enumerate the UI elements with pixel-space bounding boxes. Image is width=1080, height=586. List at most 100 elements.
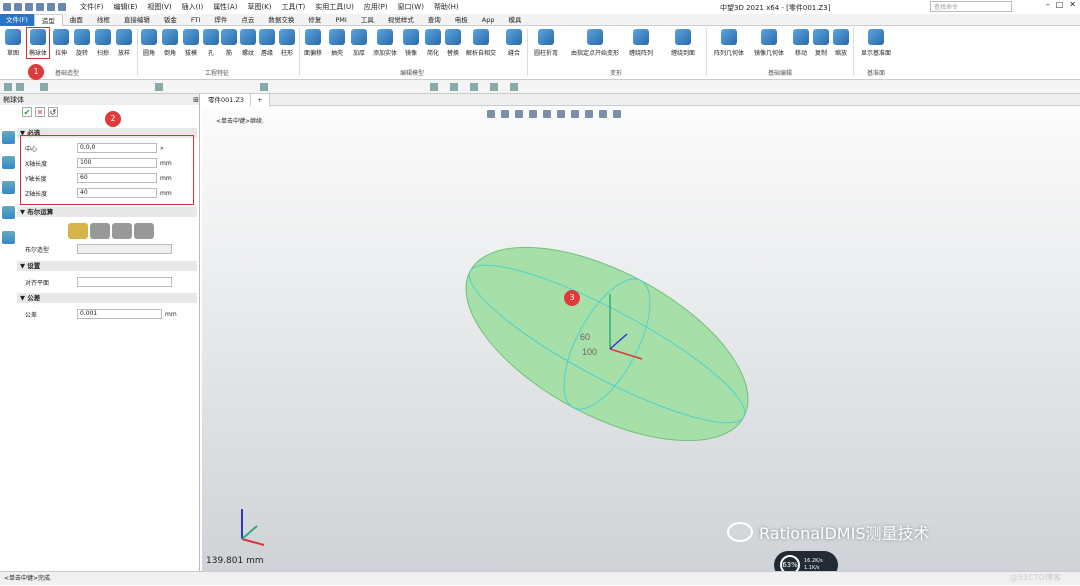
simplify-button[interactable]: 简化: [422, 29, 444, 57]
thicken-button[interactable]: 加厚: [348, 29, 370, 57]
copy-button[interactable]: 复制: [810, 29, 832, 57]
draft-button[interactable]: 拔模: [180, 29, 202, 57]
reset-button[interactable]: ↺: [48, 107, 58, 117]
fillet-button[interactable]: 圆角: [138, 29, 160, 57]
tab-mold[interactable]: 模具: [501, 14, 528, 26]
tab-tools[interactable]: 工具: [354, 14, 381, 26]
tolerance-input[interactable]: 0.001: [77, 309, 162, 319]
menu-item[interactable]: 帮助(H): [434, 2, 459, 12]
boolean-add-icon[interactable]: [90, 223, 110, 239]
face-offset-button[interactable]: 面偏移: [302, 29, 324, 57]
arc-icon[interactable]: [470, 83, 478, 91]
tab-file[interactable]: 文件(F): [0, 13, 34, 26]
point-deform-button[interactable]: 由指定点开始变形: [571, 29, 619, 57]
section-tolerance[interactable]: ▼ 公差: [17, 293, 197, 303]
boolean-subtract-icon[interactable]: [112, 223, 132, 239]
tree-icon[interactable]: [2, 156, 15, 169]
redo-icon[interactable]: [58, 3, 66, 11]
tab-repair[interactable]: 修复: [301, 14, 328, 26]
boss-icon: [279, 29, 295, 45]
cylinder-bend-button[interactable]: 圆柱折弯: [534, 29, 558, 57]
cancel-button[interactable]: ✕: [35, 107, 45, 117]
sweep-button[interactable]: 扫掠: [92, 29, 114, 57]
revolve-button[interactable]: 旋转: [71, 29, 93, 57]
boss-button[interactable]: 柱形: [276, 29, 298, 57]
snap-icon[interactable]: [260, 83, 268, 91]
menu-item[interactable]: 视图(V): [147, 2, 171, 12]
wrap-pattern-button[interactable]: 缠绕阵列: [629, 29, 653, 57]
pattern-geometry-button[interactable]: 阵列几何体: [714, 29, 744, 57]
tab-inquire[interactable]: 查询: [421, 14, 448, 26]
plane-icon[interactable]: [510, 83, 518, 91]
menu-item[interactable]: 编辑(E): [114, 2, 138, 12]
color-icon[interactable]: [155, 83, 163, 91]
search-input[interactable]: 查找命令: [930, 1, 1012, 12]
tab-pointcloud[interactable]: 点云: [234, 14, 261, 26]
menu-item[interactable]: 文件(F): [80, 2, 104, 12]
lip-button[interactable]: 唇缘: [256, 29, 278, 57]
pick-icon[interactable]: [40, 83, 48, 91]
tab-wireframe[interactable]: 线框: [90, 14, 117, 26]
boolean-input[interactable]: [77, 244, 172, 254]
close-icon[interactable]: ✕: [1069, 0, 1076, 9]
save-icon[interactable]: [36, 3, 44, 11]
tab-pmi[interactable]: PMI: [328, 14, 353, 26]
line-icon[interactable]: [450, 83, 458, 91]
datum-plane-button[interactable]: 显示基准面: [861, 29, 891, 57]
ok-button[interactable]: ✔: [22, 107, 32, 117]
menu-item[interactable]: 属性(A): [213, 2, 237, 12]
boolean-intersect-icon[interactable]: [134, 223, 154, 239]
section-boolean[interactable]: ▼ 布尔运算: [17, 207, 197, 217]
align-input[interactable]: [77, 277, 172, 287]
replace-button[interactable]: 替换: [442, 29, 464, 57]
move-button[interactable]: 移动: [790, 29, 812, 57]
layer-icon[interactable]: [2, 181, 15, 194]
mirror-button[interactable]: 镜像: [400, 29, 422, 57]
maximize-icon[interactable]: □: [1056, 0, 1064, 9]
loft-icon: [116, 29, 132, 45]
chamfer-button[interactable]: 倒角: [159, 29, 181, 57]
new-icon[interactable]: [14, 3, 22, 11]
tab-weld[interactable]: 焊件: [207, 14, 234, 26]
boolean-base-icon[interactable]: [68, 223, 88, 239]
filter-icon[interactable]: [16, 83, 24, 91]
tab-surface[interactable]: 曲面: [63, 14, 90, 26]
sketch-button[interactable]: 草图: [2, 29, 24, 57]
wrap-to-face-button[interactable]: 缠绕到面: [671, 29, 695, 57]
loft-button[interactable]: 放样: [113, 29, 135, 57]
select-icon[interactable]: [4, 83, 12, 91]
minimize-icon[interactable]: –: [1046, 0, 1050, 9]
menu-item[interactable]: 工具(T): [282, 2, 306, 12]
menu-item[interactable]: 插入(I): [182, 2, 204, 12]
menu-item[interactable]: 窗口(W): [398, 2, 424, 12]
tab-fti[interactable]: FTI: [184, 14, 208, 26]
title-bar: 文件(F) 编辑(E) 视图(V) 插入(I) 属性(A) 草图(K) 工具(T…: [0, 0, 1080, 14]
open-icon[interactable]: [25, 3, 33, 11]
menu-item[interactable]: 实用工具(U): [315, 2, 354, 12]
scale-button[interactable]: 缩放: [830, 29, 852, 57]
extrude-button[interactable]: 拉伸: [50, 29, 72, 57]
tab-sheetmetal[interactable]: 钣金: [157, 14, 184, 26]
shell-button[interactable]: 抽壳: [326, 29, 348, 57]
section-settings[interactable]: ▼ 设置: [17, 261, 197, 271]
viewport[interactable]: 零件001.Z3 + <单击中键>继续. 60 100 3 139.801 mm: [202, 93, 1080, 571]
self-intersect-button[interactable]: 解析自相交: [466, 29, 496, 57]
tab-visual-style[interactable]: 视觉样式: [381, 14, 421, 26]
tab-data-exchange[interactable]: 数据交换: [261, 14, 301, 26]
undo-icon[interactable]: [47, 3, 55, 11]
tab-direct-edit[interactable]: 直接编辑: [117, 14, 157, 26]
tab-modeling[interactable]: 造型: [33, 13, 63, 26]
view-icon[interactable]: [2, 206, 15, 219]
tab-electrode[interactable]: 电极: [448, 14, 475, 26]
history-icon[interactable]: [2, 131, 15, 144]
circle-icon[interactable]: [490, 83, 498, 91]
tab-app[interactable]: App: [475, 14, 502, 26]
add-solid-button[interactable]: 添加实体: [373, 29, 397, 57]
user-icon[interactable]: [2, 231, 15, 244]
pin-icon[interactable]: ⊞: [193, 96, 199, 104]
menu-item[interactable]: 草图(K): [247, 2, 271, 12]
point-icon[interactable]: [430, 83, 438, 91]
stitch-button[interactable]: 缝合: [503, 29, 525, 57]
menu-item[interactable]: 应用(P): [364, 2, 388, 12]
mirror-geometry-button[interactable]: 镜像几何体: [754, 29, 784, 57]
